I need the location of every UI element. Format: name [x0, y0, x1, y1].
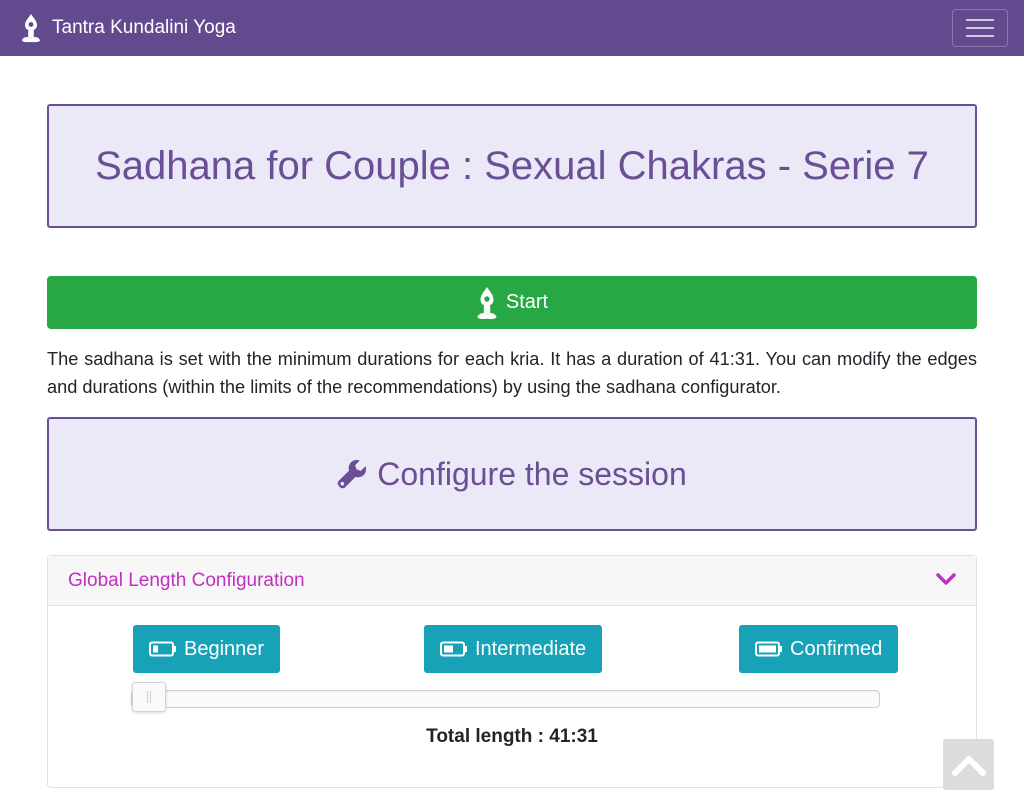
meditating-figure-icon — [477, 286, 497, 319]
configure-session-label: Configure the session — [377, 455, 687, 492]
navbar: Tantra Kundalini Yoga — [0, 0, 1024, 56]
confirmed-button-label: Confirmed — [790, 637, 883, 660]
navbar-toggler-button[interactable] — [952, 9, 1008, 47]
meditating-figure-icon — [22, 14, 40, 43]
beginner-button-label: Beginner — [184, 637, 265, 660]
brand-link[interactable]: Tantra Kundalini Yoga — [20, 13, 236, 43]
battery-half-icon — [440, 641, 467, 657]
wrench-icon — [337, 459, 367, 489]
scroll-to-top-button[interactable] — [943, 739, 994, 790]
chevron-up-icon — [951, 755, 986, 776]
total-length: Total length : 41:31 — [426, 726, 598, 747]
length-slider-handle[interactable] — [132, 682, 166, 712]
length-slider[interactable] — [131, 682, 880, 712]
global-length-card: Global Length Configuration Beginner Int… — [47, 555, 977, 788]
sadhana-description: The sadhana is set with the minimum dura… — [47, 349, 977, 397]
start-button-label: Start — [505, 291, 549, 313]
intermediate-button[interactable]: Intermediate — [424, 625, 603, 673]
configure-session-panel[interactable]: Configure the session — [47, 417, 977, 531]
battery-low-icon — [149, 641, 176, 657]
start-button[interactable]: Start — [47, 276, 977, 329]
brand-name: Tantra Kundalini Yoga — [52, 17, 236, 38]
global-length-title: Global Length Configuration — [68, 569, 305, 591]
title-panel: Sadhana for Couple : Sexual Chakras - Se… — [47, 104, 977, 228]
chevron-down-icon — [936, 573, 956, 585]
global-length-header[interactable]: Global Length Configuration — [48, 556, 976, 606]
page-title: Sadhana for Couple : Sexual Chakras - Se… — [95, 143, 929, 188]
confirmed-button[interactable]: Confirmed — [739, 625, 899, 673]
hamburger-menu-icon — [966, 19, 994, 37]
beginner-button[interactable]: Beginner — [133, 625, 281, 673]
intermediate-button-label: Intermediate — [475, 637, 587, 660]
battery-full-icon — [755, 641, 782, 657]
